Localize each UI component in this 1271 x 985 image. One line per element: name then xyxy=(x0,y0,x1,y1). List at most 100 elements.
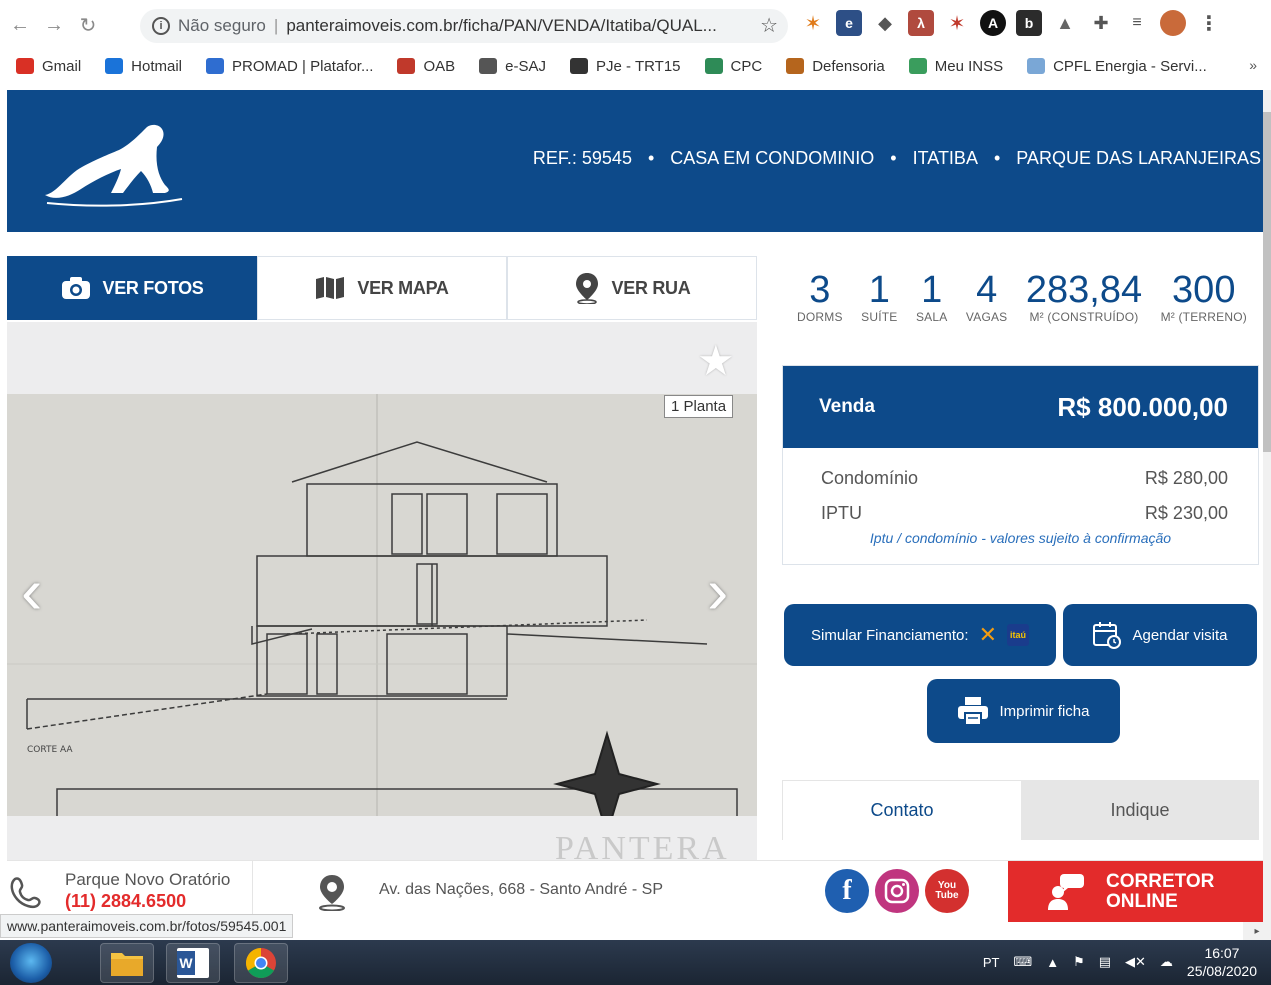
address-block[interactable]: Av. das Nações, 668 - Santo André - SP xyxy=(253,861,783,922)
language-indicator[interactable]: PT xyxy=(983,955,1000,970)
property-neighborhood: PARQUE DAS LARANJEIRAS xyxy=(1016,148,1261,168)
office-address: Av. das Nações, 668 - Santo André - SP xyxy=(379,881,664,898)
bookmark-item[interactable]: e-SAJ xyxy=(479,58,546,75)
stat-number: 3 xyxy=(809,269,831,311)
tab-photos[interactable]: VER FOTOS xyxy=(7,256,257,320)
online-broker-button[interactable]: CORRETOR ONLINE xyxy=(1008,861,1263,922)
site-header: REF.: 59545 • CASA EM CONDOMINIO • ITATI… xyxy=(7,90,1263,232)
simulate-financing-button[interactable]: Simular Financiamento: ✕ itaú xyxy=(784,604,1056,666)
show-hidden-icons[interactable]: ▲ xyxy=(1046,955,1059,970)
schedule-visit-button[interactable]: Agendar visita xyxy=(1063,604,1257,666)
oab-icon xyxy=(397,58,416,74)
bookmark-label: PROMAD | Platafor... xyxy=(232,57,374,75)
photo-gallery[interactable]: ★ CORTE AA 1 Planta ‹ › PANTERA xyxy=(7,322,757,922)
phone-icon xyxy=(10,877,41,908)
price-label: Venda xyxy=(819,396,875,417)
cloud-icon[interactable]: ☁ xyxy=(1160,954,1173,970)
tag-icon[interactable]: ◆ xyxy=(872,10,898,36)
office-phone[interactable]: (11) 2884.6500 xyxy=(65,891,186,912)
reload-icon[interactable]: ↻ xyxy=(74,11,102,39)
address-bar[interactable]: i Não seguro | panteraimoveis.com.br/fic… xyxy=(140,9,788,43)
scrollbar-thumb[interactable] xyxy=(1263,112,1271,452)
extension-icon[interactable]: b xyxy=(1016,10,1042,36)
favorite-star-icon[interactable]: ★ xyxy=(697,336,735,385)
facebook-icon[interactable]: f xyxy=(825,869,869,913)
bookmark-item[interactable]: Defensoria xyxy=(786,58,885,75)
panther-logo xyxy=(45,124,183,207)
bookmark-label: e-SAJ xyxy=(505,57,547,75)
schedule-label: Agendar visita xyxy=(1132,626,1228,644)
extension-icon[interactable]: ✶ xyxy=(944,10,970,36)
stat-item: 1 SUÍTE xyxy=(861,270,897,330)
price-value: R$ 800.000,00 xyxy=(1057,391,1228,422)
simulate-label: Simular Financiamento: xyxy=(810,626,969,644)
extension-icon[interactable]: ✶ xyxy=(800,10,826,36)
fee-label: IPTU xyxy=(821,503,863,523)
office-name: Parque Novo Oratório xyxy=(65,870,231,889)
office-phone-block[interactable]: Parque Novo Oratório (11) 2884.6500 xyxy=(7,861,253,922)
flag-icon[interactable]: ⚑ xyxy=(1073,954,1085,970)
status-bar-url: www.panteraimoveis.com.br/fotos/59545.00… xyxy=(0,914,294,938)
prev-photo-button[interactable]: ‹ xyxy=(21,554,42,628)
print-sheet-button[interactable]: Imprimir ficha xyxy=(927,679,1120,743)
bookmark-star-icon[interactable]: ☆ xyxy=(760,13,778,38)
stat-item: 1 SALA xyxy=(916,270,948,330)
info-icon[interactable]: i xyxy=(152,17,170,35)
start-button[interactable] xyxy=(10,943,52,983)
gmail-icon xyxy=(16,58,34,74)
separator-dot: • xyxy=(890,148,897,168)
stat-item: 300 M² (TERRENO) xyxy=(1161,270,1247,330)
chat-agent-icon xyxy=(1048,874,1084,910)
separator-dot: • xyxy=(647,148,655,168)
keyboard-icon[interactable]: ⌨ xyxy=(1013,954,1032,970)
property-page: REF.: 59545 • CASA EM CONDOMINIO • ITATI… xyxy=(7,90,1263,922)
volume-muted-icon[interactable]: ◀✕ xyxy=(1125,954,1146,970)
instagram-icon[interactable] xyxy=(875,869,919,913)
network-icon[interactable]: ▤ xyxy=(1099,954,1111,970)
footer-bar: Parque Novo Oratório (11) 2884.6500 Av. … xyxy=(7,860,1263,922)
back-icon[interactable]: ← xyxy=(6,11,34,39)
extension-icon[interactable]: A xyxy=(980,10,1006,36)
next-photo-button[interactable]: › xyxy=(707,554,728,628)
playlist-icon[interactable]: ≡ xyxy=(1124,10,1150,36)
bookmark-item[interactable]: Gmail xyxy=(16,58,81,75)
tab-street[interactable]: VER RUA xyxy=(507,256,757,320)
fee-row-iptu: IPTU R$ 230,00 xyxy=(783,503,1258,524)
stat-item: 4 VAGAS xyxy=(966,270,1007,330)
forward-icon[interactable]: → xyxy=(40,11,68,39)
bookmark-item[interactable]: PJe - TRT15 xyxy=(570,58,681,75)
separator-dot: • xyxy=(993,148,1001,168)
bookmark-label: OAB xyxy=(423,57,456,75)
tab-contact[interactable]: Contato xyxy=(782,780,1021,840)
bookmark-item[interactable]: CPC xyxy=(704,58,762,75)
bookmark-label: Hotmail xyxy=(131,57,183,75)
stat-item: 3 DORMS xyxy=(797,270,843,330)
extension-icon[interactable]: e xyxy=(836,10,862,36)
more-bookmarks-icon[interactable]: » xyxy=(1249,57,1257,73)
youtube-icon[interactable]: You Tube xyxy=(925,869,969,913)
bookmark-label: CPFL Energia - Servi... xyxy=(1053,57,1207,75)
word-icon[interactable]: W xyxy=(166,943,220,983)
menu-icon[interactable]: ⋮ xyxy=(1196,10,1222,36)
cloud-icon[interactable]: ▲ xyxy=(1052,10,1078,36)
url-text[interactable]: panteraimoveis.com.br/ficha/PAN/VENDA/It… xyxy=(286,16,717,36)
puzzle-icon[interactable]: ✚ xyxy=(1088,10,1114,36)
tab-indicate[interactable]: Indique xyxy=(1021,780,1259,840)
tab-map[interactable]: VER MAPA xyxy=(257,256,507,320)
bookmark-item[interactable]: Hotmail xyxy=(105,58,182,75)
stat-number: 4 xyxy=(976,269,998,311)
bookmark-item[interactable]: OAB xyxy=(397,58,455,75)
bookmark-item[interactable]: CPFL Energia - Servi... xyxy=(1027,58,1207,75)
scroll-right-arrow[interactable]: ▸ xyxy=(1243,922,1271,940)
bookmark-item[interactable]: PROMAD | Platafor... xyxy=(206,58,373,75)
social-links: f You Tube xyxy=(825,869,969,913)
extension-icon[interactable]: λ xyxy=(908,10,934,36)
bookmark-item[interactable]: Meu INSS xyxy=(908,58,1003,75)
file-explorer-icon[interactable] xyxy=(100,943,154,983)
clock[interactable]: 16:07 25/08/2020 xyxy=(1187,944,1257,980)
chrome-icon[interactable] xyxy=(234,943,288,983)
print-label: Imprimir ficha xyxy=(999,702,1090,720)
svg-text:CORTE AA: CORTE AA xyxy=(27,745,73,755)
profile-avatar[interactable] xyxy=(1160,10,1186,36)
vertical-scrollbar[interactable] xyxy=(1263,90,1271,922)
